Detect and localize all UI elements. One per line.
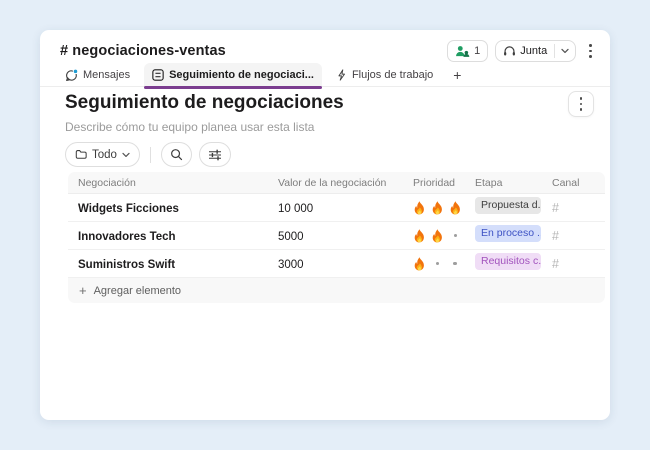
- plus-icon: +: [79, 283, 87, 298]
- fire-icon: [413, 228, 426, 243]
- priority-rating[interactable]: [413, 200, 465, 215]
- header-controls: 1 Junta: [447, 40, 598, 62]
- channel-name: # negociaciones-ventas: [60, 43, 226, 59]
- fire-icon: [449, 200, 462, 215]
- table-header-row: Negociación Valor de la negociación Prio…: [68, 172, 605, 194]
- huddle-button[interactable]: Junta: [495, 40, 577, 62]
- channel-header: # negociaciones-ventas 1 Junta: [60, 38, 598, 64]
- view-filter-label: Todo: [92, 148, 117, 161]
- column-header-stage[interactable]: Etapa: [465, 177, 542, 189]
- tab-label: Seguimiento de negociaci...: [169, 69, 314, 81]
- members-button[interactable]: 1: [447, 40, 489, 62]
- priority-rating[interactable]: [413, 256, 465, 271]
- search-icon: [171, 149, 183, 161]
- table-row[interactable]: Suministros Swift 3000 Requisitos c... #: [68, 250, 605, 278]
- page-background: # negociaciones-ventas 1 Junta Mensajes …: [0, 0, 650, 450]
- workflow-bolt-icon: [336, 69, 347, 81]
- deal-name[interactable]: Widgets Ficciones: [78, 203, 179, 215]
- chat-bubble-icon: [65, 68, 78, 82]
- column-header-value[interactable]: Valor de la negociación: [268, 177, 403, 189]
- member-count: 1: [474, 45, 481, 57]
- page-title: Seguimiento de negociaciones: [65, 92, 344, 113]
- channel-hash-icon[interactable]: #: [552, 229, 559, 243]
- fire-icon: [431, 228, 444, 243]
- table-body: Widgets Ficciones 10 000 Propuesta d... …: [68, 194, 605, 278]
- priority-empty-dot-icon: [453, 233, 457, 238]
- list-more-button[interactable]: [568, 91, 594, 117]
- table-row[interactable]: Innovadores Tech 5000 En proceso ... #: [68, 222, 605, 250]
- deal-name[interactable]: Suministros Swift: [78, 259, 175, 271]
- chevron-down-icon: [561, 48, 569, 54]
- channel-hash-icon[interactable]: #: [552, 201, 559, 215]
- toolbar-divider: [149, 146, 151, 163]
- add-tab-button[interactable]: +: [447, 67, 467, 83]
- tab-label: Flujos de trabajo: [351, 69, 434, 81]
- stage-badge[interactable]: Requisitos c...: [475, 252, 541, 270]
- tab-deal-tracking[interactable]: Seguimiento de negociaci...: [144, 63, 322, 89]
- chevron-down-icon: [122, 152, 130, 157]
- view-filter-button[interactable]: Todo: [65, 142, 140, 167]
- table-row[interactable]: Widgets Ficciones 10 000 Propuesta d... …: [68, 194, 605, 222]
- tab-label: Mensajes: [83, 69, 131, 81]
- column-header-channel[interactable]: Canal: [542, 177, 605, 189]
- slack-window: # negociaciones-ventas 1 Junta Mensajes …: [40, 30, 610, 420]
- add-item-label: Agregar elemento: [93, 284, 182, 297]
- priority-rating[interactable]: [413, 228, 465, 243]
- huddle-label: Junta: [520, 45, 548, 57]
- deal-value[interactable]: 5000: [278, 231, 304, 243]
- priority-empty-dot-icon: [453, 261, 457, 266]
- stage-badge[interactable]: Propuesta d...: [475, 196, 541, 214]
- tab-workflows[interactable]: Flujos de trabajo: [328, 63, 441, 87]
- fire-icon: [413, 256, 426, 271]
- priority-empty-dot-icon: [435, 261, 439, 266]
- kebab-icon: [579, 97, 583, 111]
- fire-icon: [413, 200, 426, 215]
- column-header-deal[interactable]: Negociación: [68, 177, 268, 189]
- deals-table: Negociación Valor de la negociación Prio…: [68, 172, 605, 303]
- huddle-caret-button[interactable]: [555, 48, 575, 54]
- column-header-priority[interactable]: Prioridad: [403, 177, 465, 189]
- members-icon: [455, 45, 470, 57]
- filter-sliders-button[interactable]: [198, 142, 231, 167]
- deal-name[interactable]: Innovadores Tech: [78, 231, 176, 243]
- tab-bar: Mensajes Seguimiento de negociaci... Flu…: [57, 63, 467, 89]
- sliders-icon: [208, 149, 221, 160]
- deal-value[interactable]: 10 000: [278, 203, 313, 215]
- header-more-button[interactable]: [583, 40, 598, 61]
- stage-badge[interactable]: En proceso ...: [475, 224, 541, 242]
- list-toolbar: Todo: [65, 142, 231, 167]
- tab-messages[interactable]: Mensajes: [57, 63, 138, 87]
- list-icon: [152, 69, 164, 81]
- folder-icon: [75, 149, 87, 160]
- channel-hash-icon[interactable]: #: [552, 257, 559, 271]
- fire-icon: [431, 200, 444, 215]
- headphones-icon: [503, 45, 516, 57]
- add-item-button[interactable]: + Agregar elemento: [68, 278, 605, 303]
- deal-value[interactable]: 3000: [278, 259, 304, 271]
- search-button[interactable]: [160, 142, 192, 167]
- list-description-placeholder[interactable]: Describe cómo tu equipo planea usar esta…: [65, 120, 314, 134]
